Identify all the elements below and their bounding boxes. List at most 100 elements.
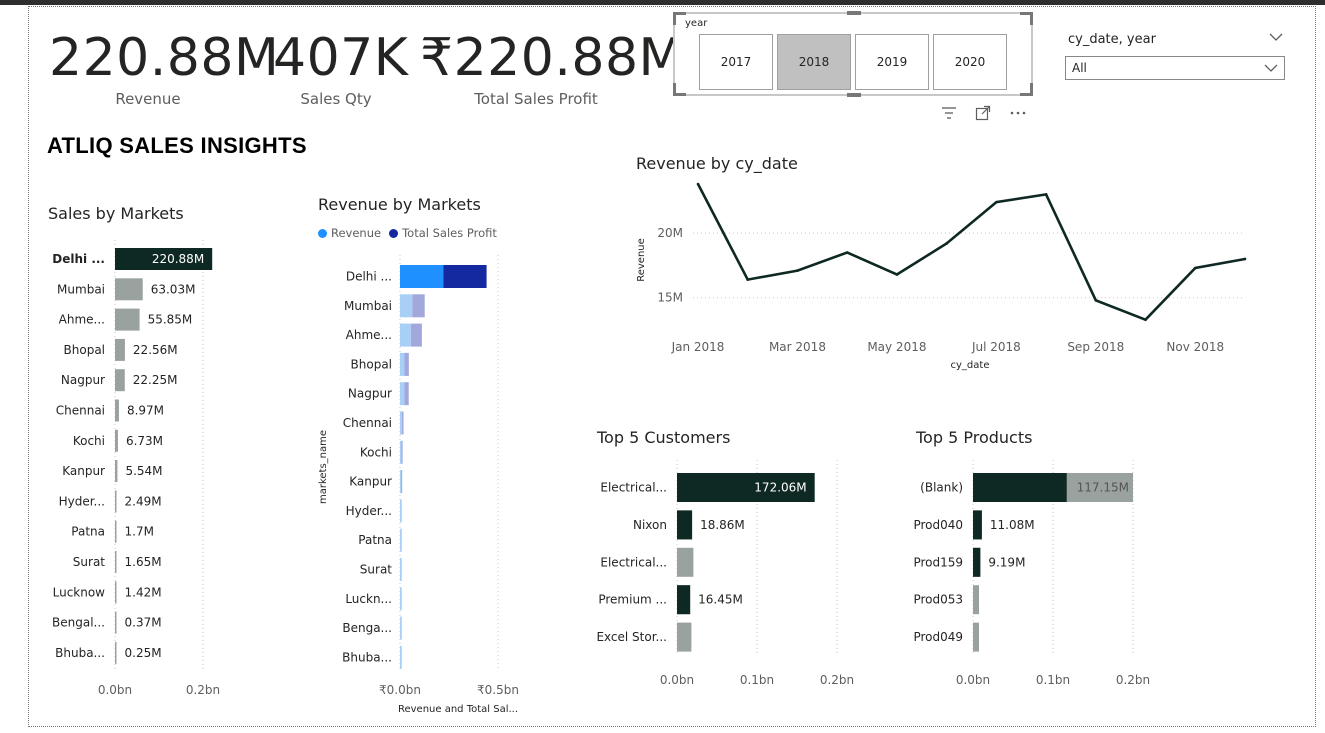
category-label: Hyder... bbox=[346, 504, 392, 518]
bar-profit bbox=[401, 499, 402, 523]
y-axis-title: markets_name bbox=[318, 430, 329, 504]
data-label: 1.42M bbox=[125, 585, 162, 599]
bar-base bbox=[973, 585, 979, 615]
x-axis-title: cy_date bbox=[951, 360, 990, 371]
filter-icon[interactable] bbox=[941, 106, 957, 120]
data-label: 63.03M bbox=[151, 282, 196, 296]
bar bbox=[115, 278, 143, 301]
kpi-sales-qty-value: 407K bbox=[273, 28, 409, 88]
bar-revenue bbox=[400, 645, 401, 669]
bar-revenue bbox=[400, 499, 401, 523]
bar bbox=[115, 520, 117, 543]
top-border bbox=[0, 0, 1325, 5]
bar-revenue bbox=[400, 411, 402, 435]
revenue-by-markets-legend: Revenue Total Sales Profit bbox=[318, 226, 497, 240]
bar bbox=[115, 399, 119, 422]
bar bbox=[115, 308, 140, 331]
sales-by-markets-title: Sales by Markets bbox=[48, 204, 184, 223]
revenue-by-date-chart[interactable]: 15M 20M Jan 2018 Mar 2018 May 2018 Jul 2018 Se… bbox=[630, 175, 1270, 375]
data-label: 8.97M bbox=[127, 404, 164, 418]
data-point bbox=[746, 278, 750, 281]
category-label: Prod049 bbox=[913, 630, 963, 644]
bar-profit bbox=[401, 411, 404, 435]
category-label: Prod159 bbox=[913, 555, 963, 569]
x-tick-label: 0.2bn bbox=[1116, 673, 1150, 687]
bar-highlight bbox=[973, 510, 982, 540]
bar-revenue bbox=[400, 558, 401, 581]
bar-revenue bbox=[400, 382, 405, 406]
data-label: 0.25M bbox=[125, 646, 162, 660]
top-products-chart[interactable]: (Blank) 117.15M Prod040 11.08M Prod159 9.19M P… bbox=[910, 460, 1190, 695]
bar-profit bbox=[404, 382, 409, 406]
bar bbox=[115, 369, 125, 392]
bar-highlight bbox=[973, 547, 981, 577]
category-label: Nagpur bbox=[348, 387, 392, 401]
category-label: Prod053 bbox=[913, 593, 963, 607]
kpi-revenue-label: Revenue bbox=[115, 90, 181, 108]
bar-highlight bbox=[677, 510, 693, 540]
data-label: 0.37M bbox=[125, 616, 162, 630]
sales-by-markets-chart[interactable]: Delhi ... 220.88M Mumbai 63.03M Ahme... 55.85… bbox=[40, 240, 280, 700]
category-label: Excel Stor... bbox=[596, 630, 667, 644]
category-label: Patna bbox=[358, 533, 392, 547]
resize-handle-tr[interactable] bbox=[1020, 12, 1033, 25]
date-slicer-dropdown[interactable]: All bbox=[1065, 56, 1285, 80]
bar-profit bbox=[401, 587, 402, 611]
x-axis-title: Revenue and Total Sal... bbox=[398, 704, 518, 715]
data-point bbox=[945, 242, 948, 245]
dropdown-chevron-icon[interactable] bbox=[1264, 64, 1278, 73]
category-label: Electrical... bbox=[600, 481, 667, 495]
data-label: 22.25M bbox=[133, 373, 178, 387]
category-label: Benga... bbox=[342, 621, 392, 635]
data-point bbox=[1193, 266, 1197, 270]
date-slicer-value: All bbox=[1072, 61, 1087, 75]
revenue-by-date-title: Revenue by cy_date bbox=[636, 154, 798, 173]
more-options-icon[interactable] bbox=[1010, 110, 1026, 116]
data-point bbox=[796, 269, 799, 272]
category-label: Surat bbox=[73, 555, 106, 569]
year-button-2017[interactable]: 2017 bbox=[699, 34, 773, 90]
bar-profit bbox=[404, 352, 409, 376]
legend-label-revenue: Revenue bbox=[331, 226, 382, 240]
bar bbox=[115, 581, 117, 604]
x-tick-label: 0.0bn bbox=[98, 683, 132, 697]
bar-profit bbox=[401, 645, 402, 669]
chevron-down-icon[interactable] bbox=[1269, 33, 1283, 42]
data-point bbox=[1094, 298, 1098, 302]
x-tick-label: 0.0bn bbox=[660, 673, 694, 687]
resize-handle-bl[interactable] bbox=[673, 83, 686, 96]
bar-revenue bbox=[400, 440, 402, 464]
data-point bbox=[1044, 193, 1048, 196]
category-label: Nixon bbox=[633, 518, 667, 532]
data-label: 1.65M bbox=[125, 555, 162, 569]
bar-revenue bbox=[400, 616, 401, 640]
revenue-by-markets-chart[interactable]: Delhi ... Mumbai Ahme... Bhopal Nagpur Chenna… bbox=[310, 255, 560, 715]
legend-swatch-revenue bbox=[318, 228, 327, 238]
year-button-2018[interactable]: 2018 bbox=[777, 34, 851, 90]
data-label: 16.45M bbox=[698, 593, 743, 607]
bar-profit bbox=[401, 470, 403, 494]
resize-handle-bottom[interactable] bbox=[847, 93, 861, 97]
y-tick-label: 15M bbox=[657, 291, 683, 305]
resize-handle-top[interactable] bbox=[847, 11, 861, 15]
focus-mode-icon[interactable] bbox=[975, 105, 991, 121]
bar bbox=[115, 551, 117, 573]
resize-handle-tl[interactable] bbox=[673, 12, 686, 25]
x-tick-label: 0.1bn bbox=[740, 673, 774, 687]
data-label: 11.08M bbox=[990, 518, 1035, 532]
year-button-2020[interactable]: 2020 bbox=[933, 34, 1007, 90]
resize-handle-br[interactable] bbox=[1020, 83, 1033, 96]
bar-revenue bbox=[400, 470, 402, 494]
y-tick-label: 20M bbox=[657, 226, 683, 240]
x-tick-label: Mar 2018 bbox=[769, 340, 826, 354]
data-label: 9.19M bbox=[988, 555, 1025, 569]
legend-swatch-profit bbox=[389, 228, 399, 238]
year-slicer[interactable]: year 2017 2018 2019 2020 bbox=[673, 11, 1033, 97]
bar bbox=[115, 429, 118, 452]
category-label: Kochi bbox=[360, 445, 392, 459]
year-button-2019[interactable]: 2019 bbox=[855, 34, 929, 90]
top-customers-chart[interactable]: Electrical... 172.06M Nixon 18.86M Electrica… bbox=[595, 460, 875, 695]
category-label: Mumbai bbox=[344, 299, 392, 313]
year-slicer-caption: year bbox=[685, 18, 708, 29]
bar-highlight bbox=[677, 585, 691, 615]
